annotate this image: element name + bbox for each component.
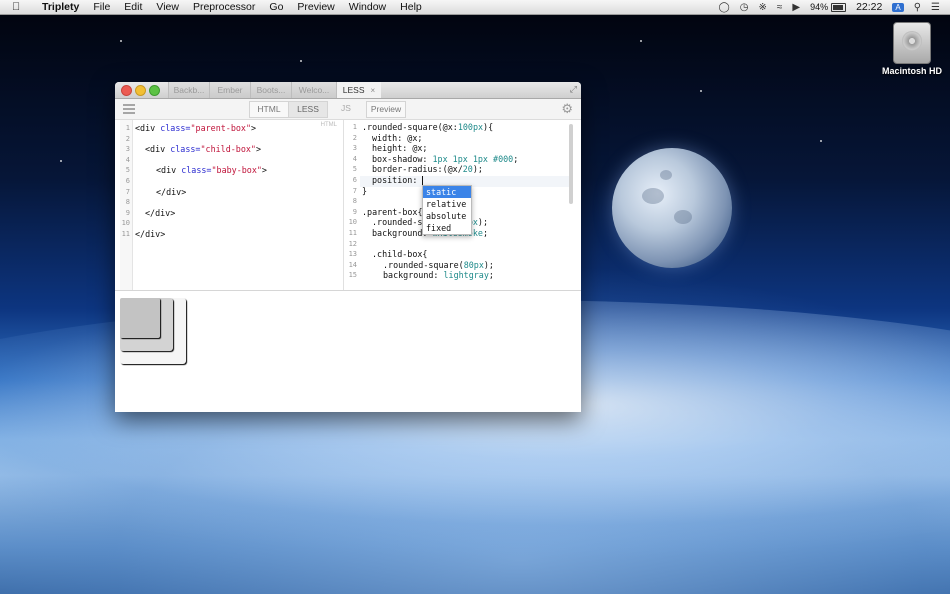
- menu-file[interactable]: File: [86, 1, 117, 13]
- spotlight-icon[interactable]: ⚲: [914, 2, 921, 13]
- tab-close-icon[interactable]: ×: [371, 86, 376, 95]
- autocomplete-option-fixed[interactable]: fixed: [423, 222, 471, 234]
- moon: [612, 148, 732, 268]
- parent-box-preview: [120, 298, 186, 364]
- tab-label: Welco...: [298, 85, 330, 95]
- autocomplete-option-absolute[interactable]: absolute: [423, 210, 471, 222]
- child-box-preview: [120, 298, 173, 351]
- pane-language-tag: HTML: [320, 122, 337, 128]
- menu-icon[interactable]: [123, 102, 135, 114]
- tab-label: Backb...: [173, 85, 205, 95]
- hard-drive-label[interactable]: Macintosh HD: [870, 66, 950, 76]
- menu-go[interactable]: Go: [262, 1, 290, 13]
- bluetooth-icon[interactable]: ※: [758, 2, 766, 13]
- star: [300, 60, 302, 62]
- time-machine-icon[interactable]: ◷: [740, 2, 749, 13]
- speech-bubble-icon[interactable]: ◯: [719, 2, 730, 13]
- vertical-scrollbar[interactable]: [569, 124, 573, 204]
- title-bar[interactable]: Backb... Ember Boots... Welco... LESS × ⤢: [115, 82, 581, 99]
- tab-welcome[interactable]: Welco...: [291, 82, 336, 98]
- menu-app-name[interactable]: Triplety: [35, 1, 86, 13]
- segment-preview[interactable]: Preview: [366, 101, 406, 118]
- menu-view[interactable]: View: [149, 1, 186, 13]
- segment-less[interactable]: LESS: [288, 101, 328, 118]
- tab-backbone[interactable]: Backb...: [168, 82, 209, 98]
- star: [700, 90, 702, 92]
- fullscreen-icon[interactable]: ⤢: [570, 84, 577, 95]
- editor-toolbar: HTML LESS JS Preview ⚙: [115, 99, 581, 120]
- tab-less[interactable]: LESS ×: [336, 82, 381, 98]
- clock[interactable]: 22:22: [856, 1, 882, 13]
- star: [60, 160, 62, 162]
- minimize-window-button[interactable]: [135, 85, 146, 96]
- battery-icon[interactable]: [831, 2, 847, 12]
- input-source-badge[interactable]: A: [892, 2, 904, 12]
- text-caret: [422, 176, 424, 185]
- triplety-window: Backb... Ember Boots... Welco... LESS × ⤢…: [115, 82, 581, 412]
- tab-ember[interactable]: Ember: [209, 82, 250, 98]
- menu-help[interactable]: Help: [393, 1, 429, 13]
- tab-bootstrap[interactable]: Boots...: [250, 82, 291, 98]
- apple-icon[interactable]: : [12, 1, 25, 13]
- menu-window[interactable]: Window: [342, 1, 393, 13]
- tab-label: Ember: [217, 85, 243, 95]
- tab-label: Boots...: [256, 85, 286, 95]
- preview-pane: [115, 290, 581, 412]
- close-window-button[interactable]: [121, 85, 132, 96]
- menu-edit[interactable]: Edit: [117, 1, 149, 13]
- gear-icon[interactable]: ⚙: [561, 101, 573, 117]
- star: [120, 40, 122, 42]
- notification-center-icon[interactable]: ☰: [931, 2, 940, 13]
- menu-preview[interactable]: Preview: [290, 1, 341, 13]
- star: [640, 40, 642, 42]
- segment-js[interactable]: JS: [327, 101, 365, 116]
- wifi-icon[interactable]: ≈: [777, 2, 783, 13]
- zoom-window-button[interactable]: [149, 85, 160, 96]
- menu-preprocessor[interactable]: Preprocessor: [186, 1, 262, 13]
- segment-html[interactable]: HTML: [249, 101, 289, 118]
- menu-bar:  Triplety File Edit View Preprocessor G…: [0, 0, 950, 15]
- hard-drive-icon[interactable]: [893, 22, 931, 64]
- battery-percent: 94%: [810, 2, 829, 12]
- volume-icon[interactable]: ▶: [792, 2, 800, 13]
- autocomplete-list: static relative absolute fixed: [422, 185, 472, 235]
- baby-box-preview: [120, 298, 160, 338]
- autocomplete-option-static[interactable]: static: [423, 186, 471, 198]
- star: [820, 140, 822, 142]
- tab-label: LESS: [342, 85, 365, 95]
- autocomplete-option-relative[interactable]: relative: [423, 198, 471, 210]
